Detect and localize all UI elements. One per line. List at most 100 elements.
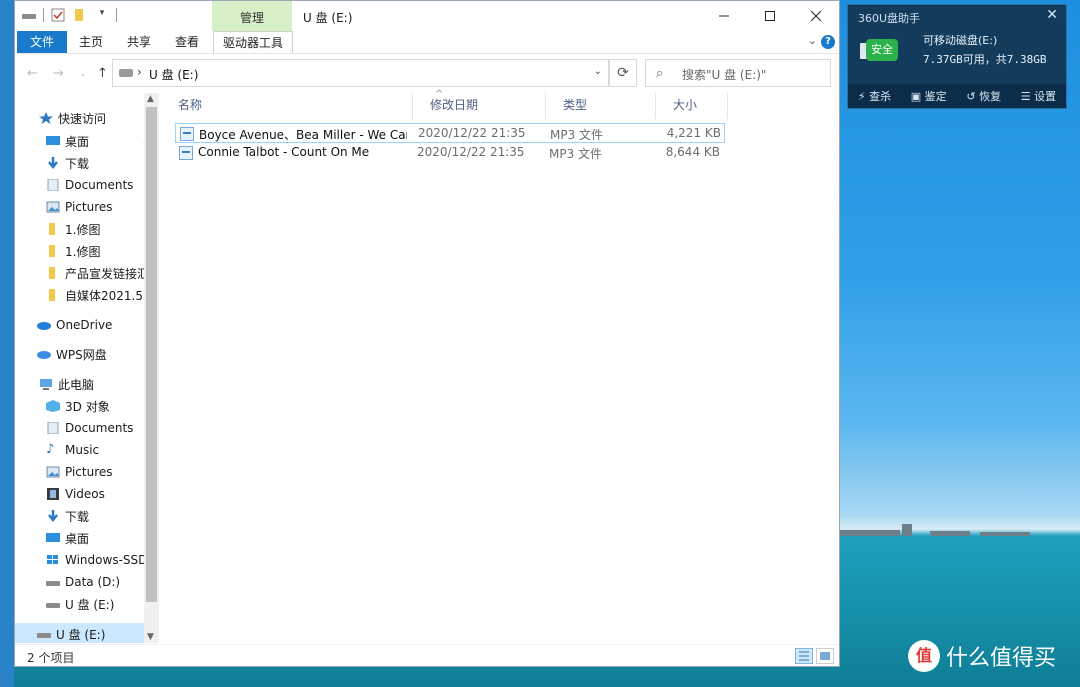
toolbar-separator (116, 8, 117, 22)
sidebar-item-music[interactable]: ♪ Music (15, 439, 159, 461)
sidebar-item-documents[interactable]: Documents📌 (15, 174, 159, 196)
folder-icon (46, 289, 60, 301)
file-size: 8,644 KB (665, 145, 720, 159)
sidebar-item-videos[interactable]: Videos (15, 483, 159, 505)
sidebar-item-folder[interactable]: 自媒体2021.5.20 (15, 284, 159, 306)
column-header: ^ 名称 修改日期 类型 大小 (161, 89, 728, 119)
properties-icon[interactable] (50, 8, 66, 22)
sidebar-item-usb-drive-selected[interactable]: U 盘 (E:) (15, 623, 159, 643)
title-bar: ▾ U 盘 (E:) (15, 1, 839, 31)
sidebar-item-desktop[interactable]: 桌面📌 (15, 130, 159, 152)
pictures-icon (46, 201, 60, 213)
sidebar-item-pictures[interactable]: Pictures (15, 461, 159, 483)
customize-toolbar-icon[interactable]: ▾ (94, 8, 110, 22)
sidebar-item-documents[interactable]: Documents (15, 417, 159, 439)
sidebar-item-label: 桌面 (65, 134, 90, 149)
sidebar-item-usb-drive[interactable]: U 盘 (E:) (15, 593, 159, 615)
scrollbar-thumb[interactable] (146, 107, 157, 602)
sidebar-item-folder[interactable]: 产品宣发链接汇总 (15, 262, 159, 284)
navigation-bar: ← → ⌄ ↑ › U 盘 (E:) ⌄ ⟳ ⌕ 搜索"U 盘 (E:)" (15, 53, 839, 93)
new-folder-icon[interactable] (72, 8, 88, 22)
sidebar-item-wps-cloud[interactable]: WPS网盘 (15, 343, 159, 365)
status-bar: 2 个项目 (15, 644, 839, 666)
column-name[interactable]: 名称 (161, 93, 413, 119)
refresh-button[interactable]: ⟳ (609, 59, 637, 87)
help-icon[interactable]: ? (821, 35, 835, 49)
download-icon (46, 157, 60, 170)
sidebar-item-label: 桌面 (65, 531, 90, 546)
tab-file[interactable]: 文件 (17, 31, 67, 53)
sidebar-item-this-pc[interactable]: 此电脑 (15, 373, 159, 395)
back-arrow-icon[interactable]: ← (27, 66, 38, 81)
drive-icon (46, 576, 60, 588)
sidebar-item-label: 1.修图 (65, 222, 101, 237)
details-view-icon[interactable] (795, 648, 813, 664)
window-title: U 盘 (E:) (303, 11, 353, 25)
column-type[interactable]: 类型 (546, 93, 656, 119)
recent-locations-icon[interactable]: ⌄ (79, 69, 87, 79)
sidebar-item-windows-ssd[interactable]: Windows-SSD (C:) (15, 549, 159, 571)
star-icon (39, 112, 53, 124)
sidebar-item-folder[interactable]: 1.修图 (15, 240, 159, 262)
address-bar[interactable]: › U 盘 (E:) ⌄ (112, 59, 609, 87)
drive-icon (119, 69, 133, 77)
tab-view[interactable]: 查看 (165, 31, 209, 53)
breadcrumb-separator[interactable]: › (137, 65, 142, 79)
forward-arrow-icon[interactable]: → (53, 66, 64, 81)
breadcrumb[interactable]: U 盘 (E:) (149, 66, 198, 83)
sidebar-item-label: U 盘 (E:) (56, 627, 106, 642)
close-button[interactable] (793, 1, 839, 31)
navigation-scrollbar[interactable]: ▲ ▼ (144, 93, 159, 643)
sidebar-item-3d-objects[interactable]: 3D 对象 (15, 395, 159, 417)
sidebar-item-label: Documents (65, 178, 134, 192)
search-input[interactable]: ⌕ 搜索"U 盘 (E:)" (645, 59, 831, 87)
close-icon[interactable]: ✕ (1046, 7, 1058, 23)
table-row[interactable]: Connie Talbot - Count On Me 2020/12/22 2… (175, 143, 725, 163)
recover-icon: ↺ (966, 90, 976, 103)
item-count: 2 个项目 (27, 651, 75, 665)
file-date: 2020/12/22 21:35 (417, 145, 525, 159)
table-row[interactable]: Boyce Avenue、Bea Miller - We Can't... 20… (175, 123, 725, 143)
sidebar-item-pictures[interactable]: Pictures📌 (15, 196, 159, 218)
drive-capacity: 7.37GB可用，共7.38GB (923, 53, 1047, 66)
panel-title: 360U盘助手 (858, 12, 921, 25)
tab-share[interactable]: 共享 (117, 31, 161, 53)
sidebar-item-downloads[interactable]: 下载📌 (15, 152, 159, 174)
sidebar-item-onedrive[interactable]: OneDrive (15, 314, 159, 336)
maximize-button[interactable] (747, 1, 793, 31)
folder-icon (46, 223, 60, 235)
tab-home[interactable]: 主页 (69, 31, 113, 53)
identify-button[interactable]: ▣ 鉴定 (911, 88, 947, 104)
3d-objects-icon (46, 400, 60, 412)
logo-icon: 值 (908, 640, 940, 672)
expand-ribbon-icon[interactable]: ⌄ (808, 34, 817, 47)
settings-label: 设置 (1034, 90, 1057, 103)
usb-helper-panel: 360U盘助手 ✕ 安全 可移动磁盘(E:) 7.37GB可用，共7.38GB … (847, 4, 1067, 109)
minimize-button[interactable] (701, 1, 747, 31)
identify-label: 鉴定 (924, 90, 947, 103)
scroll-up-icon[interactable]: ▲ (147, 94, 154, 104)
sidebar-item-quick-access[interactable]: 快速访问 (15, 107, 159, 129)
sidebar-item-label: 3D 对象 (65, 399, 110, 414)
address-dropdown-icon[interactable]: ⌄ (594, 66, 602, 77)
settings-icon: ☰ (1020, 90, 1031, 103)
identify-icon: ▣ (910, 90, 922, 103)
recover-button[interactable]: ↺ 恢复 (966, 88, 1001, 104)
documents-icon (46, 178, 60, 192)
sidebar-item-folder[interactable]: 1.修图 (15, 218, 159, 240)
tab-drive-tools[interactable]: 驱动器工具 (213, 31, 293, 53)
sidebar-item-desktop[interactable]: 桌面 (15, 527, 159, 549)
sidebar-item-data-drive[interactable]: Data (D:) (15, 571, 159, 593)
column-date-modified[interactable]: 修改日期 (413, 93, 546, 119)
column-size[interactable]: 大小 (656, 93, 728, 119)
large-icons-view-icon[interactable] (816, 648, 834, 664)
sidebar-item-label: Data (D:) (65, 575, 121, 589)
settings-button[interactable]: ☰ 设置 (1021, 88, 1056, 104)
sidebar-item-downloads[interactable]: 下载 (15, 505, 159, 527)
scroll-down-icon[interactable]: ▼ (147, 632, 154, 642)
quick-access-toolbar: ▾ (21, 8, 117, 22)
scan-button[interactable]: ⚡ 查杀 (858, 88, 891, 104)
sidebar-item-label: 此电脑 (58, 377, 95, 392)
up-arrow-icon[interactable]: ↑ (97, 66, 108, 81)
drive-icon (21, 8, 37, 22)
